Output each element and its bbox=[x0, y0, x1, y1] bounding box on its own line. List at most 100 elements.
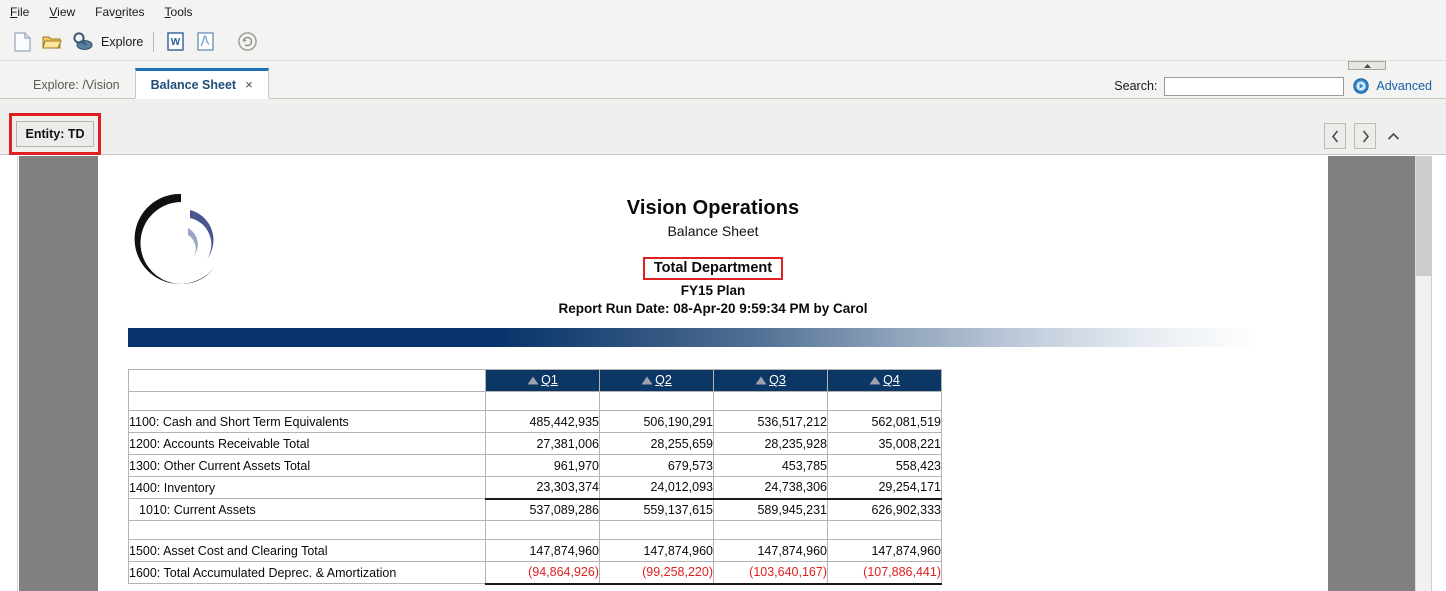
column-header-q3[interactable]: Q3 bbox=[713, 369, 828, 392]
row-label[interactable]: 1500: Asset Cost and Clearing Total bbox=[128, 539, 486, 562]
report-canvas: Vision Operations Balance Sheet Total De… bbox=[0, 156, 1446, 591]
cell-value-q4[interactable]: 29,254,171 bbox=[827, 476, 942, 500]
row-label[interactable]: 1300: Other Current Assets Total bbox=[128, 454, 486, 477]
table-row[interactable]: 1500: Asset Cost and Clearing Total 147,8… bbox=[128, 539, 942, 562]
cell-value-q2[interactable]: 679,573 bbox=[599, 454, 714, 477]
grid-body: 1100: Cash and Short Term Equivalents 485… bbox=[128, 391, 942, 585]
report-page: Vision Operations Balance Sheet Total De… bbox=[98, 156, 1328, 591]
tab-explore-vision[interactable]: Explore: /Vision bbox=[18, 70, 135, 99]
explore-icon[interactable] bbox=[69, 29, 95, 55]
page-gutter-right bbox=[1328, 156, 1415, 591]
scrollbar-thumb[interactable] bbox=[1416, 156, 1432, 276]
tab-balance-sheet[interactable]: Balance Sheet × bbox=[134, 68, 269, 99]
table-row[interactable]: 1200: Accounts Receivable Total 27,381,00… bbox=[128, 432, 942, 455]
cell-value-q4[interactable]: 626,902,333 bbox=[827, 498, 942, 521]
menu-item-file[interactable]: File bbox=[8, 3, 39, 21]
cell-value-q3[interactable]: 147,874,960 bbox=[713, 539, 828, 562]
menu-item-favorites[interactable]: Favorites bbox=[93, 3, 154, 21]
cell-value-q4[interactable]: 562,081,519 bbox=[827, 410, 942, 433]
cell-value-q3[interactable]: 28,235,928 bbox=[713, 432, 828, 455]
toolbar-separator bbox=[153, 31, 155, 52]
cell-value-q1[interactable]: 485,442,935 bbox=[485, 410, 600, 433]
grid-header: Q1 Q2 Q3 Q4 bbox=[128, 369, 942, 392]
report-run-date: Report Run Date: 08-Apr-20 9:59:34 PM by… bbox=[558, 301, 868, 316]
cell-value-q3[interactable]: 24,738,306 bbox=[713, 476, 828, 500]
svg-text:W: W bbox=[171, 37, 181, 48]
cell-value-q2[interactable]: 147,874,960 bbox=[599, 539, 714, 562]
menu-item-view[interactable]: View bbox=[47, 3, 85, 21]
grid-header-row: Q1 Q2 Q3 Q4 bbox=[128, 369, 942, 392]
grid-spacer-cell bbox=[713, 520, 828, 540]
cell-value-q2[interactable]: 506,190,291 bbox=[599, 410, 714, 433]
report-department: Total Department bbox=[653, 260, 773, 276]
row-label[interactable]: 1100: Cash and Short Term Equivalents bbox=[128, 410, 486, 433]
pov-navigation bbox=[1324, 123, 1402, 149]
row-label[interactable]: 1400: Inventory bbox=[128, 476, 486, 499]
report-plan: FY15 Plan bbox=[680, 283, 746, 298]
grid-spacer-cell bbox=[485, 520, 600, 540]
close-icon[interactable]: × bbox=[245, 77, 253, 92]
cell-value-q2[interactable]: 559,137,615 bbox=[599, 498, 714, 521]
search-label: Search: bbox=[1114, 79, 1158, 93]
advanced-search-link[interactable]: Advanced bbox=[1376, 79, 1432, 93]
grid-spacer-cell bbox=[128, 520, 486, 540]
menu-item-tools[interactable]: Tools bbox=[163, 3, 203, 21]
table-row[interactable]: 1300: Other Current Assets Total 961,970 6… bbox=[128, 454, 942, 477]
table-row[interactable]: 1100: Cash and Short Term Equivalents 485… bbox=[128, 410, 942, 433]
cell-value-q2[interactable]: (99,258,220) bbox=[599, 561, 714, 585]
table-row[interactable]: 1600: Total Accumulated Deprec. & Amorti… bbox=[128, 561, 942, 585]
cell-value-q1[interactable]: 27,381,006 bbox=[485, 432, 600, 455]
row-label[interactable]: 1200: Accounts Receivable Total bbox=[128, 432, 486, 455]
cell-value-q3[interactable]: 453,785 bbox=[713, 454, 828, 477]
cell-value-q4[interactable]: (107,886,441) bbox=[827, 561, 942, 585]
cell-value-q4[interactable]: 35,008,221 bbox=[827, 432, 942, 455]
balance-sheet-grid: Q1 Q2 Q3 Q4 1100: Cash and Short Term Eq… bbox=[128, 369, 942, 585]
open-folder-icon[interactable] bbox=[39, 29, 65, 55]
pov-entity-button[interactable]: Entity: TD bbox=[16, 121, 94, 147]
advanced-search-icon[interactable] bbox=[1353, 78, 1370, 94]
row-label[interactable]: 1600: Total Accumulated Deprec. & Amorti… bbox=[128, 561, 486, 584]
row-label[interactable]: 1010: Current Assets bbox=[128, 498, 486, 521]
cell-value-q3[interactable]: 589,945,231 bbox=[713, 498, 828, 521]
report-subtitle: Balance Sheet bbox=[667, 223, 759, 239]
cell-value-q1[interactable]: (94,864,926) bbox=[485, 561, 600, 585]
grid-spacer-cell bbox=[827, 520, 942, 540]
table-row[interactable]: 1400: Inventory 23,303,374 24,012,093 24,73… bbox=[128, 476, 942, 500]
report-band-divider bbox=[128, 328, 1258, 347]
collapse-toolbar-button[interactable] bbox=[1348, 61, 1386, 70]
search-input[interactable] bbox=[1164, 76, 1345, 96]
explore-button-label[interactable]: Explore bbox=[101, 35, 143, 49]
collapse-up-icon bbox=[1363, 63, 1371, 68]
next-member-icon[interactable] bbox=[1354, 123, 1376, 149]
export-to-pdf-icon[interactable] bbox=[192, 29, 218, 55]
vertical-scrollbar[interactable] bbox=[1415, 156, 1432, 591]
cell-value-q4[interactable]: 147,874,960 bbox=[827, 539, 942, 562]
cell-value-q1[interactable]: 537,089,286 bbox=[485, 498, 600, 521]
cell-value-q2[interactable]: 28,255,659 bbox=[599, 432, 714, 455]
grid-spacer-cell bbox=[713, 391, 828, 411]
table-row[interactable]: 1010: Current Assets 537,089,286 559,137,6… bbox=[128, 498, 942, 521]
column-header-q1[interactable]: Q1 bbox=[485, 369, 600, 392]
department-highlight-box: Total Department bbox=[642, 257, 784, 280]
column-header-q2[interactable]: Q2 bbox=[599, 369, 714, 392]
cell-value-q3[interactable]: 536,517,212 bbox=[713, 410, 828, 433]
previous-member-icon[interactable] bbox=[1324, 123, 1346, 149]
column-header-q4[interactable]: Q4 bbox=[827, 369, 942, 392]
cell-value-q1[interactable]: 961,970 bbox=[485, 454, 600, 477]
search-cluster: Search: Advanced bbox=[1114, 75, 1432, 97]
cell-value-q3[interactable]: (103,640,167) bbox=[713, 561, 828, 585]
menu-bar: File View Favorites Tools bbox=[0, 0, 1446, 23]
collapse-pov-icon[interactable] bbox=[1384, 123, 1402, 149]
column-header-label: Q4 bbox=[883, 373, 900, 388]
dimension-expand-icon bbox=[869, 376, 881, 385]
toolbar: Explore W bbox=[0, 23, 1446, 61]
export-to-word-icon[interactable]: W bbox=[162, 29, 188, 55]
cell-value-q4[interactable]: 558,423 bbox=[827, 454, 942, 477]
grid-spacer-row bbox=[128, 520, 942, 540]
cell-value-q2[interactable]: 24,012,093 bbox=[599, 476, 714, 500]
column-header-label: Q3 bbox=[769, 373, 786, 388]
cell-value-q1[interactable]: 23,303,374 bbox=[485, 476, 600, 500]
refresh-icon[interactable] bbox=[234, 29, 260, 55]
cell-value-q1[interactable]: 147,874,960 bbox=[485, 539, 600, 562]
new-document-icon[interactable] bbox=[9, 29, 35, 55]
